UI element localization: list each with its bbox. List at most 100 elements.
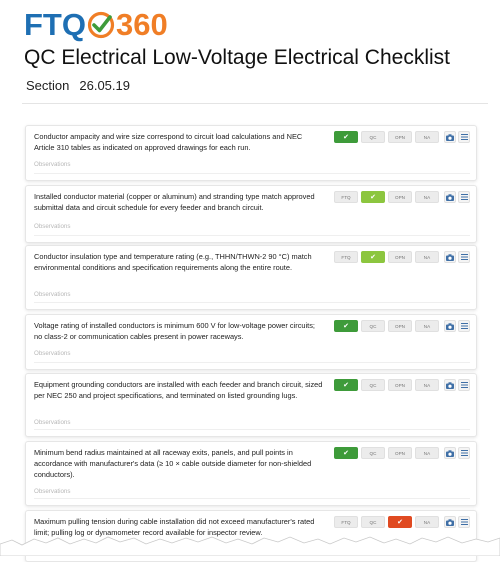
menu-button[interactable]: [458, 516, 470, 528]
opn-button[interactable]: ✔: [388, 516, 412, 528]
ftq-button[interactable]: FTQ: [334, 516, 358, 528]
checklist-item: Minimum bend radius maintained at all ra…: [25, 441, 477, 506]
qc-button[interactable]: QC: [361, 379, 385, 391]
menu-icon: [460, 194, 468, 200]
status-button-group: ✔ QC OPN NA: [334, 131, 470, 143]
checklist-item: Installed conductor material (copper or …: [25, 185, 477, 243]
checklist-item: Voltage rating of installed conductors i…: [25, 314, 477, 370]
qc-button[interactable]: ✔: [361, 251, 385, 263]
na-button[interactable]: NA: [415, 447, 439, 459]
na-button[interactable]: NA: [415, 191, 439, 203]
item-question: Conductor ampacity and wire size corresp…: [34, 132, 303, 152]
check-icon: ✔: [397, 518, 403, 526]
torn-paper-edge: [0, 536, 500, 556]
opn-button[interactable]: OPN: [388, 191, 412, 203]
observations-underline: [34, 362, 470, 363]
page-title: QC Electrical Low-Voltage Electrical Che…: [24, 46, 450, 69]
qc-button[interactable]: QC: [361, 447, 385, 459]
opn-button[interactable]: OPN: [388, 320, 412, 332]
na-button[interactable]: NA: [415, 131, 439, 143]
opn-button[interactable]: OPN: [388, 251, 412, 263]
observations-field[interactable]: Observations: [34, 350, 70, 357]
menu-icon: [460, 254, 468, 260]
section-label: Section: [26, 78, 70, 93]
ftq-button[interactable]: ✔: [334, 447, 358, 459]
observations-field[interactable]: Observations: [34, 223, 70, 230]
opn-button[interactable]: OPN: [388, 379, 412, 391]
menu-button[interactable]: [458, 191, 470, 203]
na-button[interactable]: NA: [415, 251, 439, 263]
camera-button[interactable]: [444, 251, 456, 263]
checklist-item: Conductor ampacity and wire size corresp…: [25, 125, 477, 181]
page-header: FTQ 360 QC Electrical Low-Voltage Electr…: [0, 0, 500, 112]
camera-button[interactable]: [444, 379, 456, 391]
status-button-group: FTQ QC ✔ NA: [334, 516, 470, 528]
qc-button[interactable]: QC: [361, 131, 385, 143]
camera-button[interactable]: [444, 516, 456, 528]
camera-icon: [446, 253, 454, 261]
check-icon: ✔: [343, 449, 349, 457]
camera-icon: [446, 381, 454, 389]
observations-field[interactable]: Observations: [34, 419, 70, 426]
menu-icon: [460, 323, 468, 329]
qc-button[interactable]: ✔: [361, 191, 385, 203]
logo-ftq-text: FTQ: [24, 7, 86, 42]
menu-button[interactable]: [458, 131, 470, 143]
section-number: 26.05.19: [79, 78, 130, 93]
status-button-group: ✔ QC OPN NA: [334, 447, 470, 459]
na-button[interactable]: NA: [415, 320, 439, 332]
status-button-group: ✔ QC OPN NA: [334, 320, 470, 332]
observations-field[interactable]: Observations: [34, 291, 70, 298]
header-divider: [22, 103, 488, 104]
status-button-group: FTQ ✔ OPN NA: [334, 251, 470, 263]
ftq-button[interactable]: FTQ: [334, 191, 358, 203]
menu-icon: [460, 134, 468, 140]
menu-icon: [460, 519, 468, 525]
check-icon: ✔: [370, 253, 376, 261]
menu-icon: [460, 450, 468, 456]
check-icon: ✔: [370, 193, 376, 201]
checklist-item: Conductor insulation type and temperatur…: [25, 245, 477, 310]
camera-icon: [446, 449, 454, 457]
observations-underline: [34, 429, 470, 430]
logo-check-icon: [87, 11, 115, 39]
item-question: Minimum bend radius maintained at all ra…: [34, 448, 312, 479]
camera-icon: [446, 193, 454, 201]
opn-button[interactable]: OPN: [388, 131, 412, 143]
opn-button[interactable]: OPN: [388, 447, 412, 459]
observations-underline: [34, 498, 470, 499]
camera-button[interactable]: [444, 320, 456, 332]
item-question: Voltage rating of installed conductors i…: [34, 321, 315, 341]
ftq-button[interactable]: FTQ: [334, 251, 358, 263]
item-question: Installed conductor material (copper or …: [34, 192, 315, 212]
camera-button[interactable]: [444, 191, 456, 203]
menu-button[interactable]: [458, 320, 470, 332]
na-button[interactable]: NA: [415, 516, 439, 528]
menu-button[interactable]: [458, 447, 470, 459]
observations-field[interactable]: Observations: [34, 488, 70, 495]
menu-button[interactable]: [458, 379, 470, 391]
na-button[interactable]: NA: [415, 379, 439, 391]
camera-button[interactable]: [444, 131, 456, 143]
ftq-button[interactable]: ✔: [334, 379, 358, 391]
qc-button[interactable]: QC: [361, 320, 385, 332]
qc-button[interactable]: QC: [361, 516, 385, 528]
observations-field[interactable]: Observations: [34, 161, 70, 168]
status-button-group: FTQ ✔ OPN NA: [334, 191, 470, 203]
check-icon: ✔: [343, 133, 349, 141]
ftq-button[interactable]: ✔: [334, 320, 358, 332]
observations-underline: [34, 235, 470, 236]
camera-button[interactable]: [444, 447, 456, 459]
camera-icon: [446, 133, 454, 141]
check-icon: ✔: [343, 381, 349, 389]
item-question: Conductor insulation type and temperatur…: [34, 252, 312, 272]
ftq360-logo: FTQ 360: [24, 7, 168, 42]
menu-icon: [460, 382, 468, 388]
section-line: Section 26.05.19: [26, 78, 130, 93]
camera-icon: [446, 518, 454, 526]
menu-button[interactable]: [458, 251, 470, 263]
status-button-group: ✔ QC OPN NA: [334, 379, 470, 391]
item-question: Equipment grounding conductors are insta…: [34, 380, 323, 400]
ftq-button[interactable]: ✔: [334, 131, 358, 143]
check-icon: ✔: [343, 322, 349, 330]
